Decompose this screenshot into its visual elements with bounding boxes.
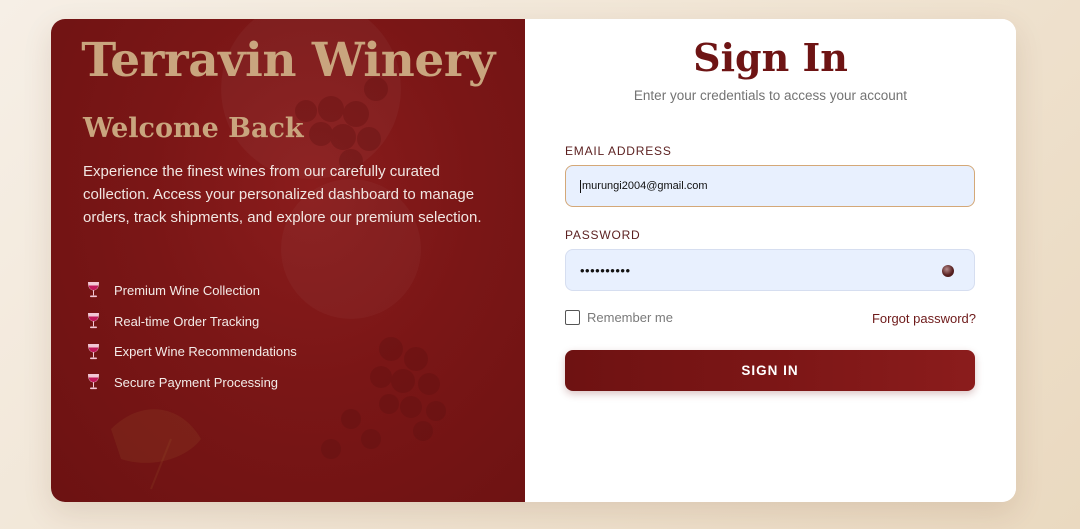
password-value: •••••••••• (580, 262, 631, 278)
feature-item: Premium Wine Collection (86, 275, 297, 306)
feature-label: Expert Wine Recommendations (114, 344, 297, 360)
feature-list: Premium Wine Collection Real-time Order … (86, 275, 297, 398)
feature-label: Real-time Order Tracking (114, 313, 260, 329)
text-caret (580, 179, 581, 193)
show-password-icon[interactable] (942, 265, 954, 277)
password-input[interactable]: •••••••••• (565, 249, 975, 291)
remember-me[interactable]: Remember me (565, 310, 673, 325)
sign-in-subtitle: Enter your credentials to access your ac… (633, 88, 908, 103)
brand-title: Terravin Winery (81, 33, 495, 88)
wine-glass-icon (86, 281, 101, 299)
feature-label: Secure Payment Processing (114, 374, 279, 390)
email-input[interactable]: murungi2004@gmail.com (565, 165, 975, 207)
email-label: EMAIL ADDRESS (565, 144, 672, 158)
sign-in-panel: Sign In Enter your credentials to access… (525, 19, 1016, 502)
welcome-panel: Terravin Winery Welcome Back Experience … (51, 19, 525, 502)
wine-glass-icon (86, 373, 101, 391)
grapes-background-decoration (111, 77, 446, 490)
welcome-description: Experience the finest wines from our car… (83, 163, 482, 226)
feature-item: Real-time Order Tracking (86, 306, 297, 337)
remember-me-checkbox[interactable] (565, 310, 580, 325)
login-card: Terravin Winery Welcome Back Experience … (51, 19, 1016, 502)
forgot-password-link[interactable]: Forgot password? (872, 311, 976, 326)
feature-item: Expert Wine Recommendations (86, 336, 297, 367)
password-label: PASSWORD (565, 228, 641, 242)
feature-item: Secure Payment Processing (86, 367, 297, 398)
email-value: murungi2004@gmail.com (582, 180, 708, 192)
feature-label: Premium Wine Collection (114, 282, 260, 298)
remember-me-label: Remember me (587, 310, 673, 325)
wine-glass-icon (86, 343, 101, 361)
sign-in-button[interactable]: SIGN IN (565, 350, 975, 391)
wine-glass-icon (86, 312, 101, 330)
sign-in-title: Sign In (693, 35, 848, 80)
welcome-heading: Welcome Back (83, 113, 304, 144)
